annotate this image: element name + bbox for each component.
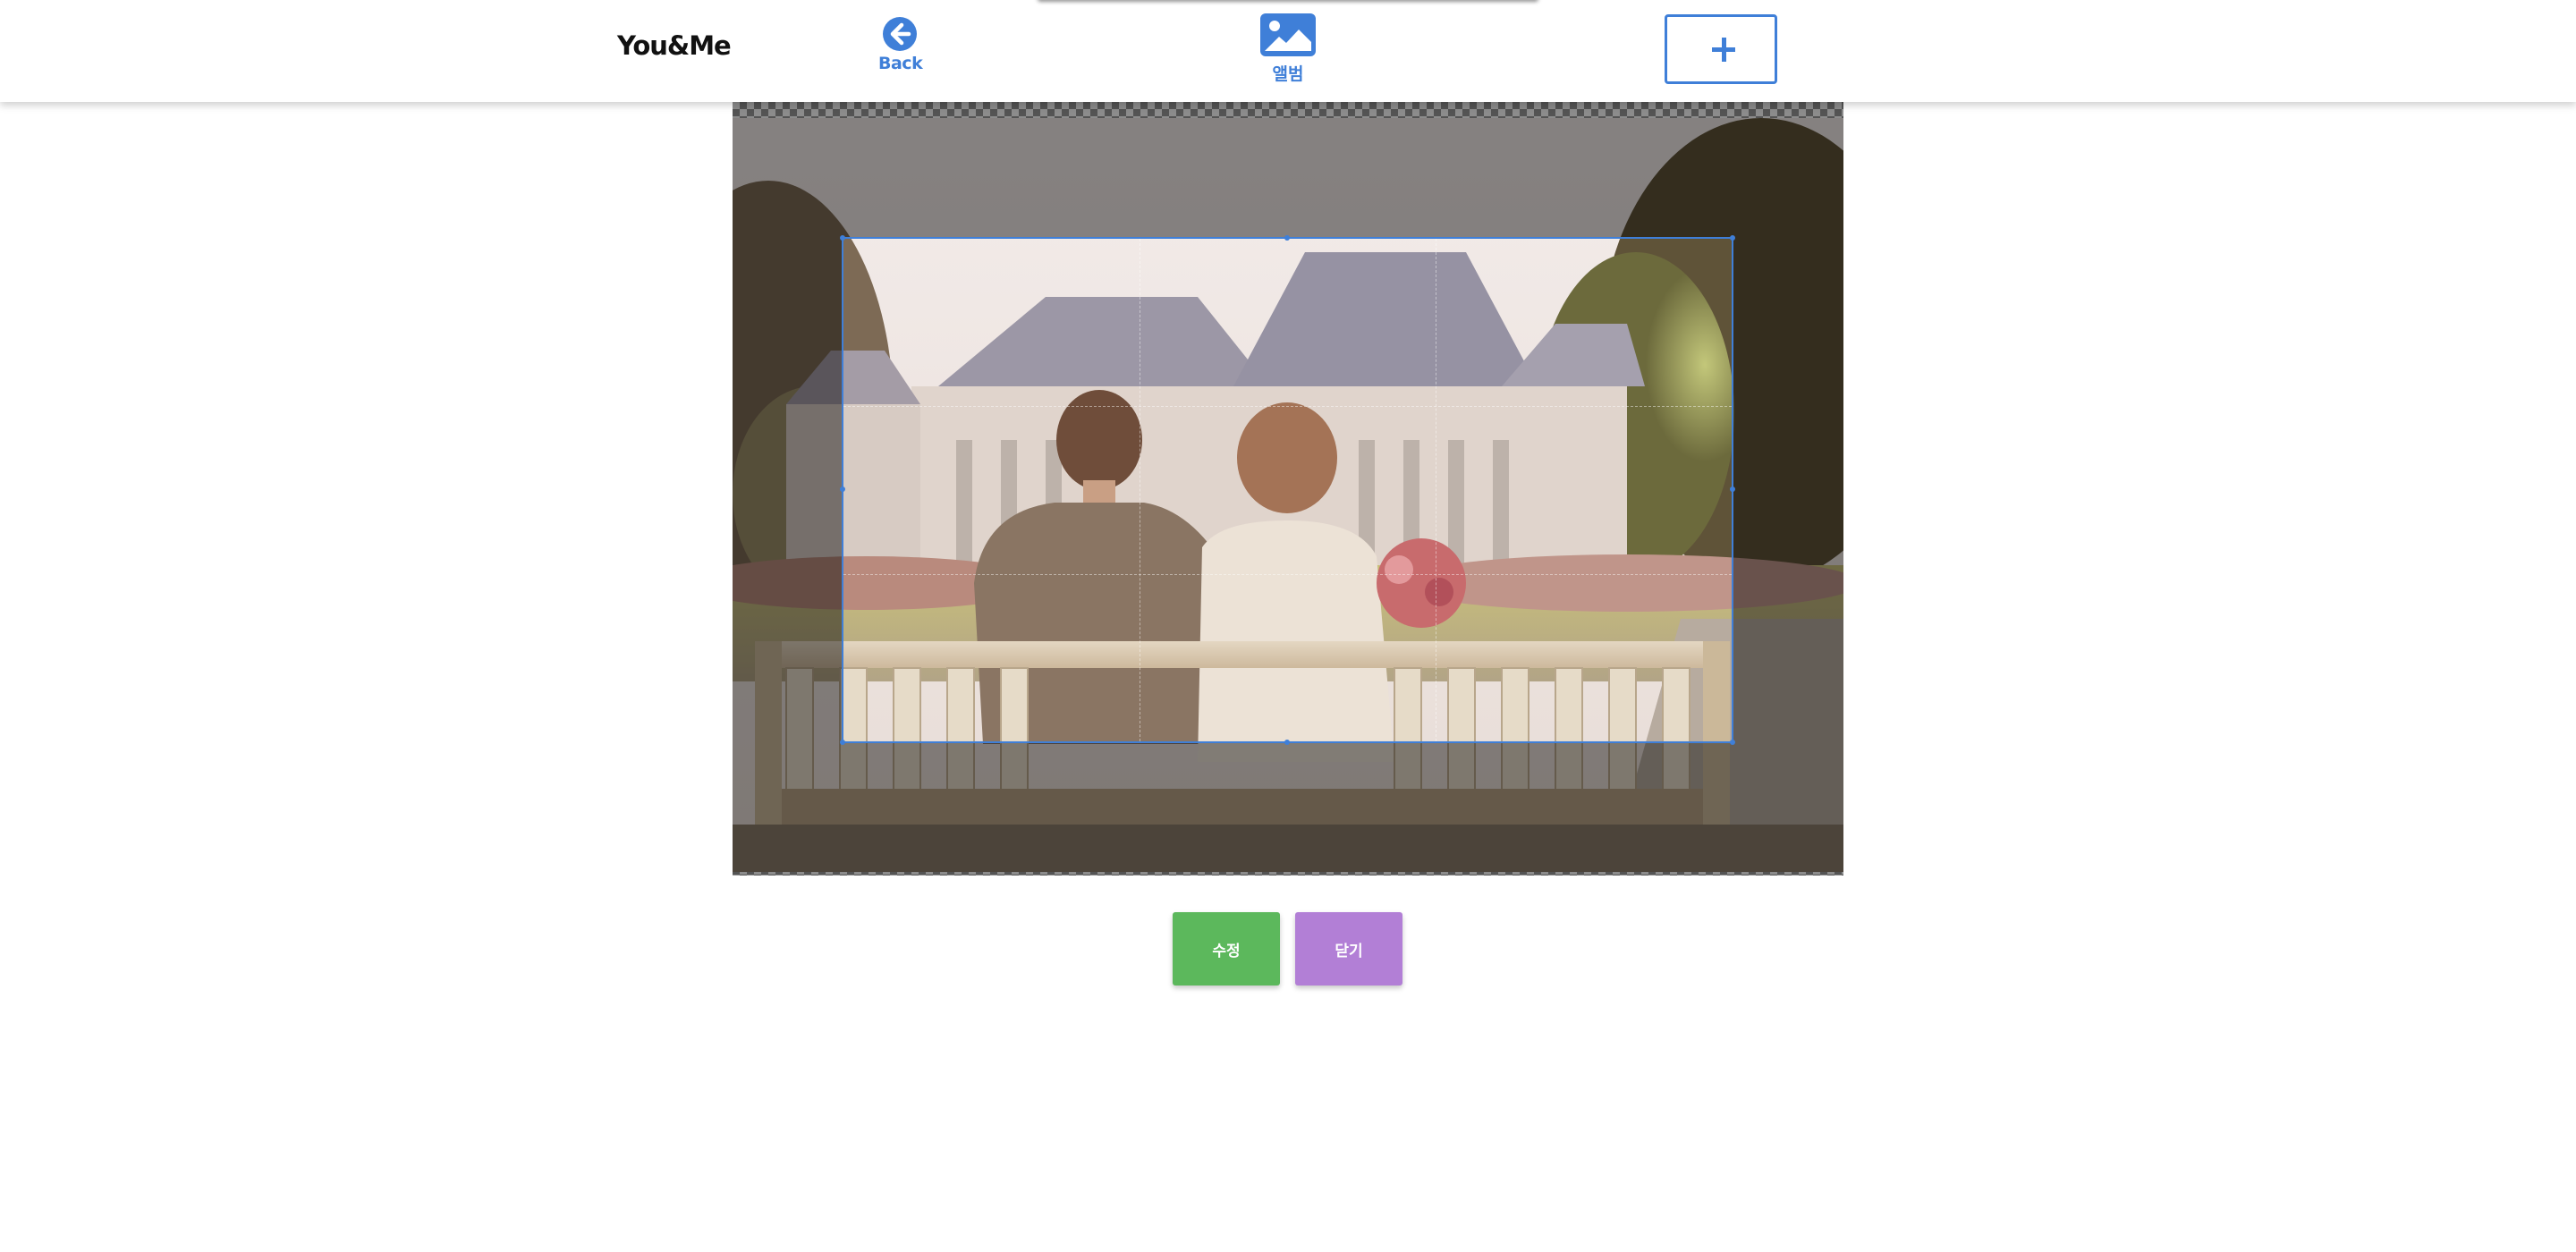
crop-selection-box[interactable] (840, 235, 1735, 745)
back-label: Back (878, 54, 923, 73)
image-cropper[interactable] (733, 102, 1843, 876)
close-button[interactable]: 닫기 (1295, 912, 1402, 986)
crop-handle-bottom[interactable] (1284, 740, 1290, 745)
image-icon (1260, 13, 1316, 56)
album-label: 앨범 (1272, 64, 1304, 84)
crop-handle-top-left[interactable] (840, 235, 845, 241)
crop-handle-top[interactable] (1284, 235, 1290, 241)
crop-handle-right[interactable] (1730, 486, 1735, 492)
edit-button[interactable]: 수정 (1173, 912, 1280, 986)
crop-handle-left[interactable] (840, 486, 845, 492)
back-button[interactable]: Back (878, 16, 923, 73)
add-button[interactable] (1665, 14, 1777, 84)
crop-handle-bottom-left[interactable] (840, 740, 845, 745)
crop-handle-bottom-right[interactable] (1730, 740, 1735, 745)
album-button[interactable]: 앨범 (1250, 13, 1326, 85)
crop-handle-top-right[interactable] (1730, 235, 1735, 241)
app-logo[interactable]: You&Me (617, 30, 732, 61)
arrow-left-circle-icon (883, 17, 917, 51)
top-navbar: You&Me Back 앨범 (0, 0, 2576, 102)
top-edge-shadow (1038, 0, 1538, 2)
